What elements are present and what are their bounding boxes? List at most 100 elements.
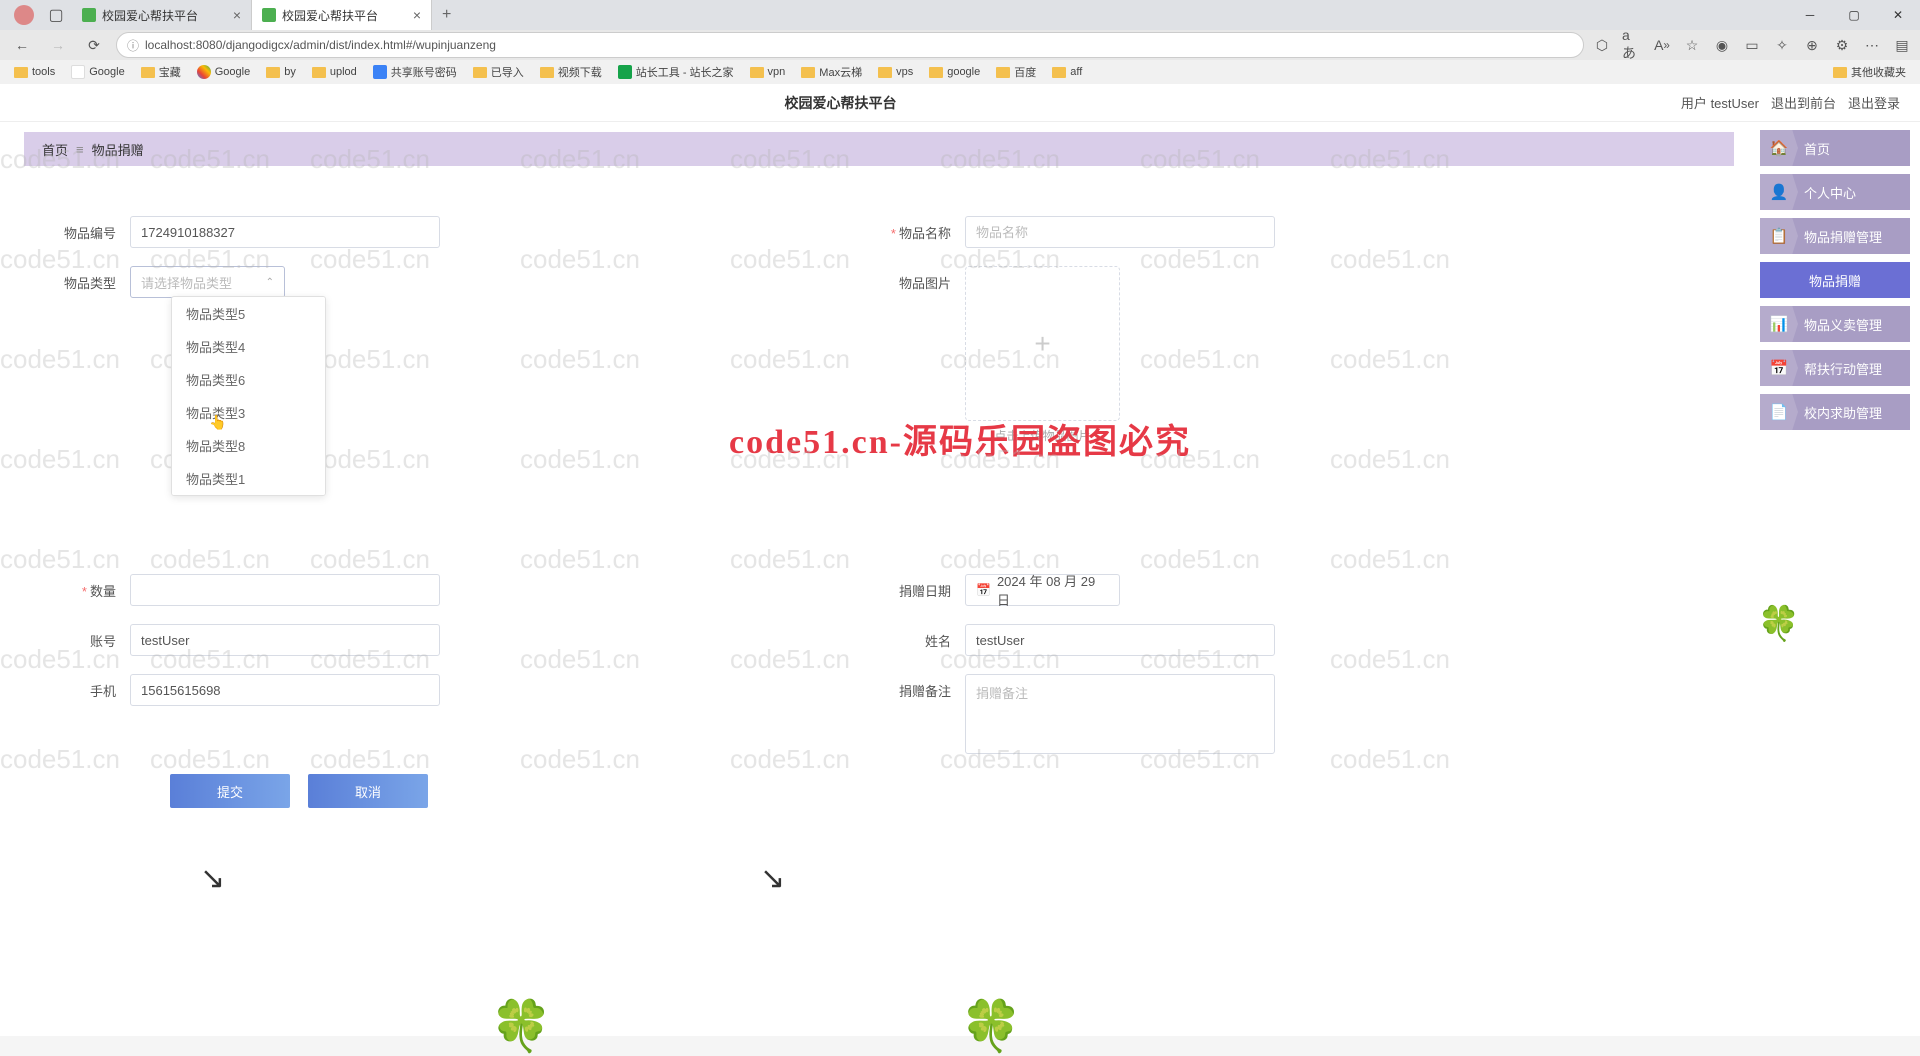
- bookmark-vps[interactable]: vps: [872, 64, 919, 80]
- cancel-button[interactable]: 取消: [308, 774, 428, 808]
- bookmark-baozang[interactable]: 宝藏: [135, 62, 187, 82]
- item-no-label: 物品编号: [40, 216, 130, 242]
- minimize-icon[interactable]: ─: [1788, 0, 1832, 30]
- phone-input[interactable]: [130, 674, 440, 706]
- bookmark-uplod[interactable]: uplod: [306, 64, 363, 80]
- logout-link[interactable]: 退出登录: [1848, 93, 1900, 112]
- account-input[interactable]: [130, 624, 440, 656]
- item-type-dropdown[interactable]: 物品类型5 物品类型4 物品类型6 物品类型3 物品类型8 物品类型1 物品类型…: [171, 296, 326, 496]
- sidebar-icon[interactable]: ▤: [1892, 35, 1912, 55]
- bookmark-vpn[interactable]: vpn: [744, 64, 792, 80]
- folder-icon: [266, 67, 280, 78]
- item-type-select[interactable]: 请选择物品类型 ⌃: [130, 266, 285, 298]
- translate-icon[interactable]: aあ: [1622, 35, 1642, 55]
- bookmark-share[interactable]: 共享账号密码: [367, 62, 463, 82]
- chart-icon: 📊: [1760, 306, 1798, 342]
- chevron-down-icon: ⌃: [266, 277, 274, 288]
- deco-icon: 🍀: [960, 997, 1022, 1056]
- side-sale-mgmt[interactable]: 📊物品义卖管理: [1760, 306, 1910, 342]
- tab-0[interactable]: 校园爱心帮扶平台 ×: [72, 0, 252, 30]
- tab-1[interactable]: 校园爱心帮扶平台 ×: [252, 0, 432, 30]
- bookmark-tools[interactable]: tools: [8, 64, 61, 80]
- vue-icon: [82, 8, 96, 22]
- item-image-label: 物品图片: [875, 266, 965, 292]
- bookmark-google2[interactable]: Google: [191, 63, 256, 81]
- url-input[interactable]: ⓘ localhost:8080/djangodigcx/admin/dist/…: [116, 32, 1584, 58]
- dropdown-option-3[interactable]: 物品类型3: [172, 396, 325, 429]
- item-name-input[interactable]: [965, 216, 1275, 248]
- share-icon: [373, 65, 387, 79]
- name-label: 姓名: [875, 624, 965, 650]
- back-button[interactable]: ←: [8, 31, 36, 59]
- bookmark-zhanzhang[interactable]: 站长工具 - 站长之家: [612, 62, 740, 82]
- dropdown-option-5[interactable]: 物品类型1: [172, 462, 325, 495]
- logout-front-link[interactable]: 退出到前台: [1771, 93, 1836, 112]
- side-help-mgmt[interactable]: 📄校内求助管理: [1760, 394, 1910, 430]
- profile-icon[interactable]: [14, 5, 34, 25]
- dropdown-option-6[interactable]: 物品类型2: [172, 495, 325, 496]
- more-icon[interactable]: ⋯: [1862, 35, 1882, 55]
- bookmark-by[interactable]: by: [260, 64, 302, 80]
- text-icon[interactable]: A»: [1652, 35, 1672, 55]
- maximize-icon[interactable]: ▢: [1832, 0, 1876, 30]
- name-input[interactable]: [965, 624, 1275, 656]
- folder-icon: [312, 67, 326, 78]
- remark-textarea[interactable]: [965, 674, 1275, 754]
- forward-button[interactable]: →: [44, 31, 72, 59]
- bookmark-import[interactable]: 已导入: [467, 62, 530, 82]
- folder-icon: [14, 67, 28, 78]
- breadcrumb-home[interactable]: 首页: [42, 140, 68, 159]
- item-type-label: 物品类型: [40, 266, 130, 292]
- address-bar: ← → ⟳ ⓘ localhost:8080/djangodigcx/admin…: [0, 30, 1920, 60]
- ext3-icon[interactable]: ✧: [1772, 35, 1792, 55]
- phone-label: 手机: [40, 674, 130, 700]
- folder-icon: [996, 67, 1010, 78]
- dropdown-option-4[interactable]: 物品类型8: [172, 429, 325, 462]
- google-icon: [197, 65, 211, 79]
- bookmark-baidu[interactable]: 百度: [990, 62, 1042, 82]
- side-home[interactable]: 🏠首页: [1760, 130, 1910, 166]
- bookmark-other[interactable]: 其他收藏夹: [1827, 62, 1912, 82]
- close-icon[interactable]: ×: [233, 7, 241, 23]
- folder-icon: [878, 67, 892, 78]
- bookmark-video[interactable]: 视频下载: [534, 62, 608, 82]
- app-title: 校园爱心帮扶平台: [0, 93, 1681, 113]
- ext5-icon[interactable]: ⚙: [1832, 35, 1852, 55]
- breadcrumb-sep-icon: ≡: [76, 142, 84, 157]
- tabs-overview-icon[interactable]: ▢: [46, 5, 66, 25]
- folder-icon: [540, 67, 554, 78]
- bookmark-max[interactable]: Max云梯: [795, 62, 868, 82]
- ext2-icon[interactable]: ▭: [1742, 35, 1762, 55]
- image-upload[interactable]: +: [965, 266, 1120, 421]
- quantity-input[interactable]: [130, 574, 440, 606]
- select-placeholder: 请选择物品类型: [141, 273, 232, 292]
- side-menu: 🏠首页 👤个人中心 📋物品捐赠管理 物品捐赠 📊物品义卖管理 📅帮扶行动管理 📄…: [1760, 130, 1910, 430]
- window-controls: ─ ▢ ✕: [1788, 0, 1920, 30]
- close-icon[interactable]: ×: [413, 7, 421, 23]
- ext4-icon[interactable]: ⊕: [1802, 35, 1822, 55]
- close-window-icon[interactable]: ✕: [1876, 0, 1920, 30]
- side-donate[interactable]: 物品捐赠: [1760, 262, 1910, 298]
- item-no-input[interactable]: [130, 216, 440, 248]
- folder-icon: [1833, 67, 1847, 78]
- donate-date-input[interactable]: 📅 2024 年 08 月 29 日: [965, 574, 1120, 606]
- url-text: localhost:8080/djangodigcx/admin/dist/in…: [145, 38, 496, 52]
- bookmark-ggl[interactable]: google: [923, 64, 986, 80]
- dropdown-option-1[interactable]: 物品类型4: [172, 330, 325, 363]
- ext1-icon[interactable]: ◉: [1712, 35, 1732, 55]
- side-donate-mgmt[interactable]: 📋物品捐赠管理: [1760, 218, 1910, 254]
- side-personal[interactable]: 👤个人中心: [1760, 174, 1910, 210]
- bookmark-aff[interactable]: aff: [1046, 64, 1088, 80]
- tab-bar: ▢ 校园爱心帮扶平台 × 校园爱心帮扶平台 × + ─ ▢ ✕: [0, 0, 1920, 30]
- favorite-icon[interactable]: ☆: [1682, 35, 1702, 55]
- folder-icon: [1052, 67, 1066, 78]
- seo-icon[interactable]: ⬡: [1592, 35, 1612, 55]
- new-tab-button[interactable]: +: [432, 6, 461, 24]
- folder-icon: [473, 67, 487, 78]
- dropdown-option-0[interactable]: 物品类型5: [172, 297, 325, 330]
- dropdown-option-2[interactable]: 物品类型6: [172, 363, 325, 396]
- side-action-mgmt[interactable]: 📅帮扶行动管理: [1760, 350, 1910, 386]
- reload-button[interactable]: ⟳: [80, 31, 108, 59]
- bookmark-google[interactable]: Google: [65, 63, 130, 81]
- submit-button[interactable]: 提交: [170, 774, 290, 808]
